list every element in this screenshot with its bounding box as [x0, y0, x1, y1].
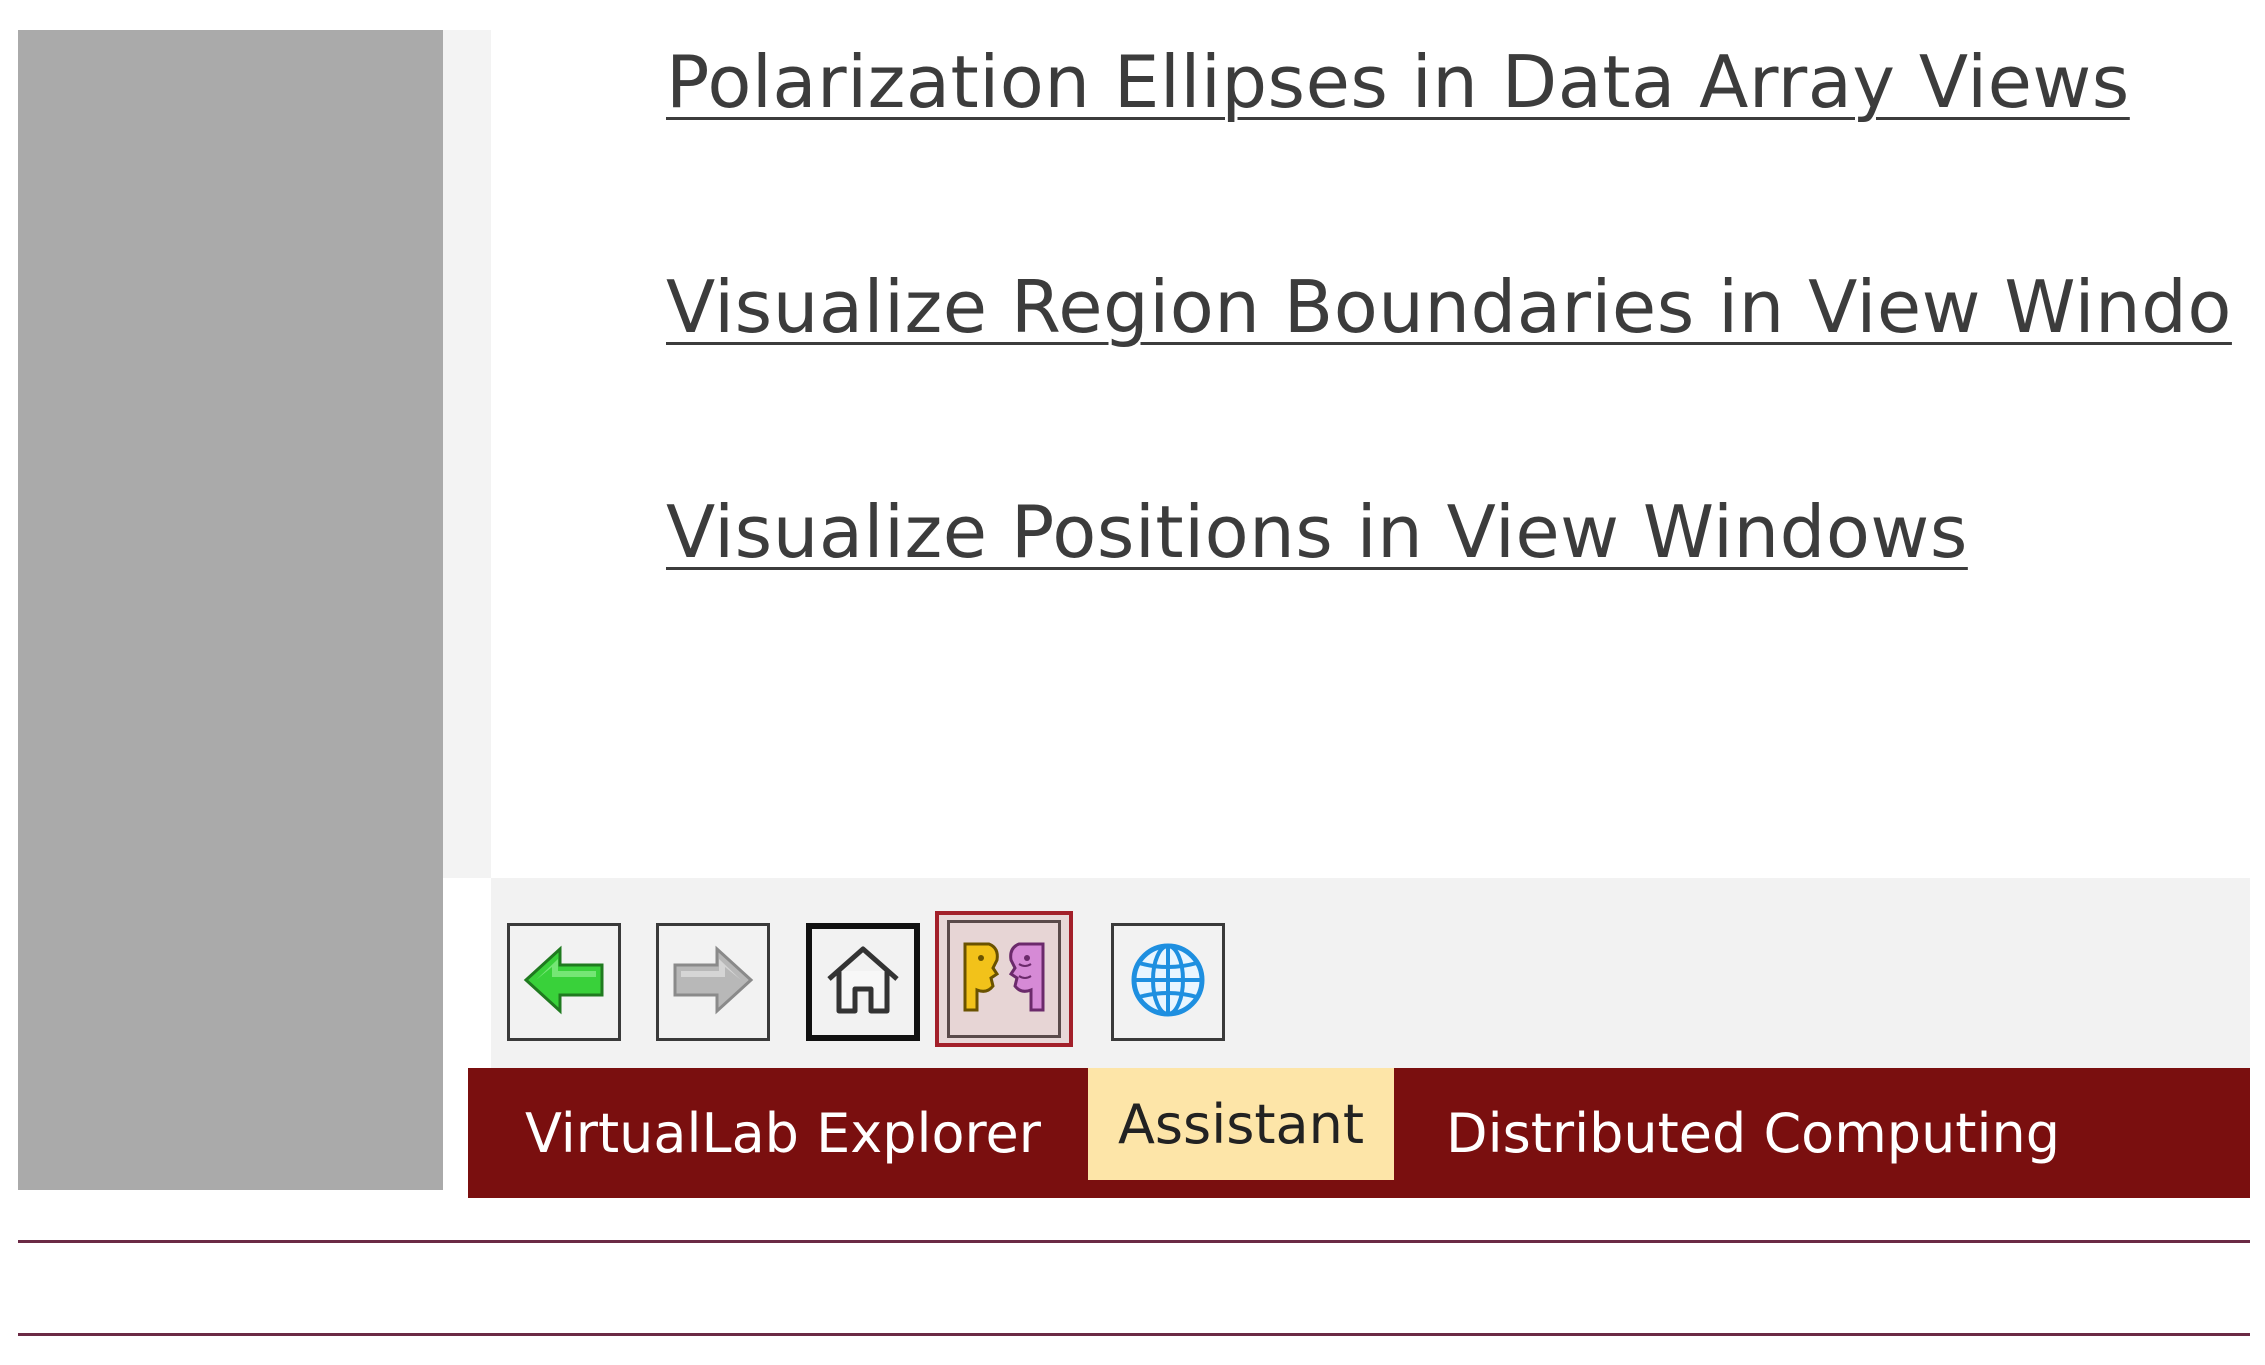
- forward-arrow-icon: [671, 945, 755, 1019]
- assistant-faces-icon: [959, 934, 1049, 1024]
- bottom-tab-bar: VirtualLab Explorer Assistant Distribute…: [468, 1068, 2250, 1198]
- assistant-button-face: [947, 920, 1061, 1038]
- navigation-toolbar: [491, 878, 2250, 1068]
- help-content: Polarization Ellipses in Data Array View…: [491, 30, 2250, 878]
- divider-line: [18, 1333, 2250, 1336]
- topic-link-polarization-ellipses[interactable]: Polarization Ellipses in Data Array View…: [666, 40, 2130, 124]
- tab-label: VirtualLab Explorer: [525, 1101, 1041, 1165]
- back-arrow-icon: [522, 945, 606, 1019]
- content-border: [443, 30, 491, 878]
- tab-assistant[interactable]: Assistant: [1088, 1068, 1394, 1180]
- home-button[interactable]: [806, 923, 920, 1041]
- globe-icon: [1129, 941, 1207, 1023]
- topic-link-visualize-positions[interactable]: Visualize Positions in View Windows: [666, 490, 1968, 574]
- assistant-button[interactable]: [935, 911, 1073, 1047]
- forward-button[interactable]: [656, 923, 770, 1041]
- tab-label: Distributed Computing: [1446, 1101, 2060, 1165]
- tab-virtuallab-explorer[interactable]: VirtualLab Explorer: [503, 1068, 1063, 1198]
- back-button[interactable]: [507, 923, 621, 1041]
- home-icon: [823, 943, 903, 1021]
- divider-line: [18, 1240, 2250, 1243]
- web-button[interactable]: [1111, 923, 1225, 1041]
- tab-label: Assistant: [1117, 1092, 1364, 1156]
- left-gray-panel: [18, 30, 443, 1190]
- tab-distributed-computing[interactable]: Distributed Computing: [1418, 1068, 2088, 1198]
- topic-link-region-boundaries[interactable]: Visualize Region Boundaries in View Wind…: [666, 265, 2232, 349]
